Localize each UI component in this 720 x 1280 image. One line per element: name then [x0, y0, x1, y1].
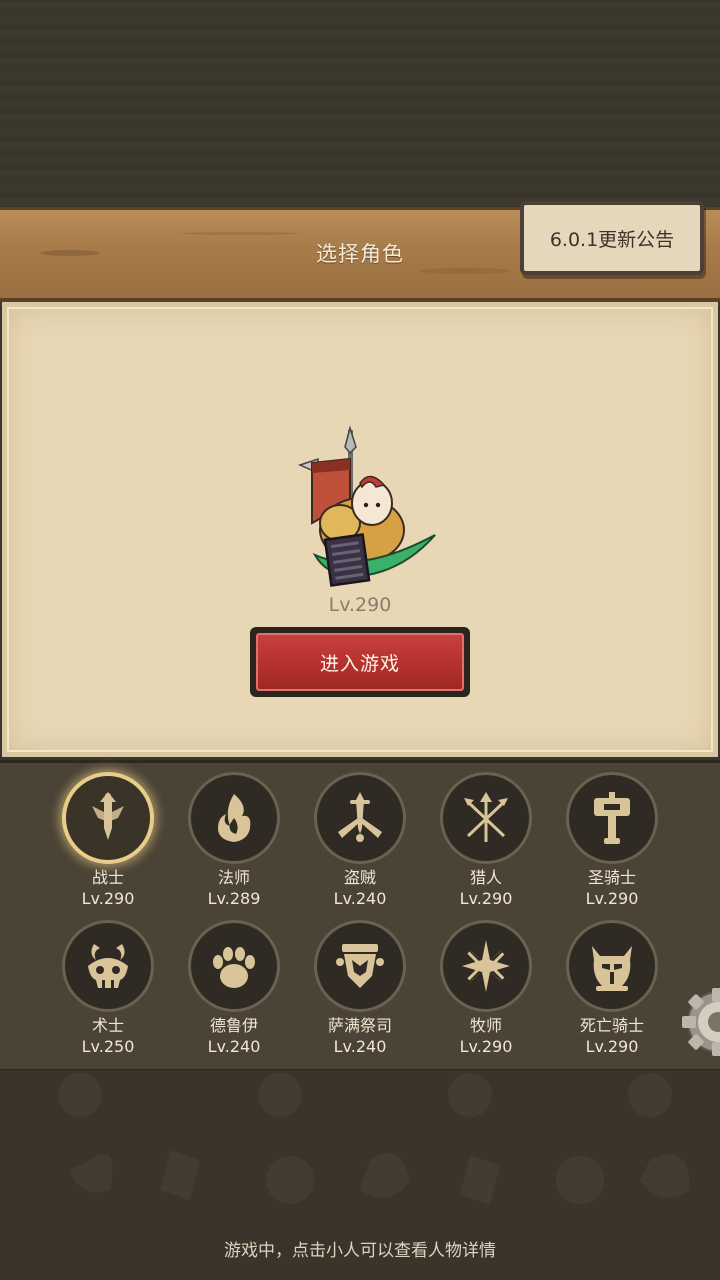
class-level: Lv.290 — [585, 889, 639, 908]
class-paladin[interactable]: 圣骑士 Lv.290 — [562, 772, 662, 912]
class-name: 术士 — [91, 1016, 124, 1035]
death-knight-helm-icon — [566, 920, 658, 1012]
rogue-daggers-icon — [314, 772, 406, 864]
character-level: Lv.290 — [328, 594, 392, 616]
class-level: Lv.289 — [207, 889, 261, 908]
warlock-skull-icon — [62, 920, 154, 1012]
wood-grain — [180, 232, 300, 235]
enter-game-button[interactable]: 进入游戏 — [250, 627, 470, 697]
update-notice-button[interactable]: 6.0.1更新公告 — [520, 201, 704, 275]
class-level: Lv.240 — [207, 1037, 261, 1056]
class-level: Lv.240 — [333, 889, 387, 908]
top-background — [0, 0, 720, 205]
class-warrior[interactable]: 战士 Lv.290 — [58, 772, 158, 912]
footer-tip: 游戏中，点击小人可以查看人物详情 — [224, 1241, 496, 1261]
wood-grain — [420, 268, 510, 274]
mage-flame-icon — [188, 772, 280, 864]
paladin-hammer-icon — [566, 772, 658, 864]
druid-paw-icon — [188, 920, 280, 1012]
class-name: 萨满祭司 — [327, 1016, 392, 1035]
class-name: 猎人 — [469, 868, 502, 887]
class-death-knight[interactable]: 死亡骑士 Lv.290 — [562, 920, 662, 1060]
priest-star-icon — [440, 920, 532, 1012]
character-sprite[interactable] — [290, 425, 440, 595]
class-priest[interactable]: 牧师 Lv.290 — [436, 920, 536, 1060]
class-name: 德鲁伊 — [209, 1016, 258, 1035]
settings-gear-icon[interactable] — [676, 982, 720, 1062]
shaman-totem-icon — [314, 920, 406, 1012]
class-level: Lv.290 — [585, 1037, 639, 1056]
class-mage[interactable]: 法师 Lv.289 — [184, 772, 284, 912]
class-name: 死亡骑士 — [579, 1016, 644, 1035]
class-level: Lv.290 — [459, 889, 513, 908]
class-hunter[interactable]: 猎人 Lv.290 — [436, 772, 536, 912]
class-level: Lv.290 — [459, 1037, 513, 1056]
class-name: 盗贼 — [343, 868, 376, 887]
warrior-sword-icon — [62, 772, 154, 864]
class-warlock[interactable]: 术士 Lv.250 — [58, 920, 158, 1060]
class-name: 圣骑士 — [587, 868, 636, 887]
class-druid[interactable]: 德鲁伊 Lv.240 — [184, 920, 284, 1060]
enter-game-label: 进入游戏 — [256, 633, 464, 691]
class-level: Lv.240 — [333, 1037, 387, 1056]
hunter-arrows-icon — [440, 772, 532, 864]
class-level: Lv.250 — [81, 1037, 135, 1056]
class-shaman[interactable]: 萨满祭司 Lv.240 — [310, 920, 410, 1060]
class-name: 牧师 — [469, 1016, 502, 1035]
class-name: 战士 — [91, 868, 124, 887]
class-rogue[interactable]: 盗贼 Lv.240 — [310, 772, 410, 912]
class-name: 法师 — [217, 868, 250, 887]
class-level: Lv.290 — [81, 889, 135, 908]
